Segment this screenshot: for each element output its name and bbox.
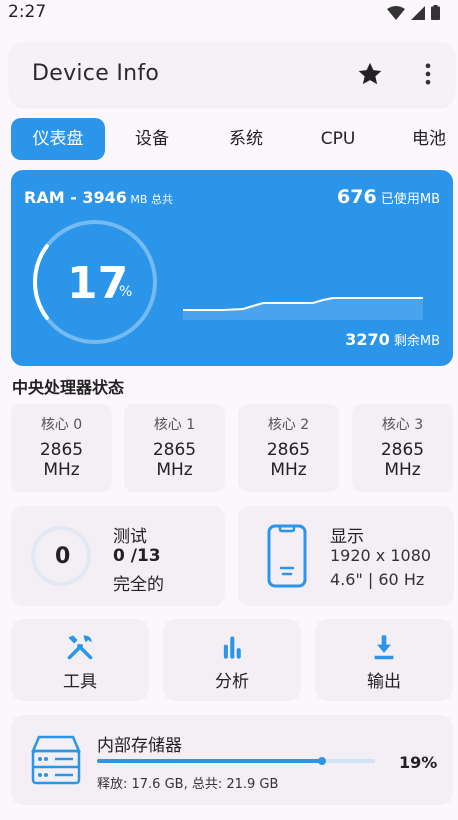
signal-icon xyxy=(411,5,425,20)
battery-icon xyxy=(431,5,440,20)
tools-icon xyxy=(67,635,93,660)
star-icon xyxy=(358,62,382,85)
storage-details: 释放: 17.6 GB, 总共: 21.9 GB xyxy=(97,777,279,792)
ram-percent-sign: % xyxy=(119,284,133,300)
ram-total: RAM - 3946 MB 总共 xyxy=(24,188,173,207)
ram-card[interactable]: RAM - 3946 MB 总共 676 已使用MB 17 % 3270 剩余M… xyxy=(11,170,453,366)
tab-system[interactable]: 系统 xyxy=(212,118,280,160)
test-card[interactable]: 0 测试 0 /13 完全的 xyxy=(11,506,225,606)
display-resolution: 1920 x 1080 xyxy=(330,546,432,565)
ram-usage-graph xyxy=(183,297,423,320)
cpu-core-card[interactable]: 核心 0 2865 MHz xyxy=(11,404,112,492)
tab-device[interactable]: 设备 xyxy=(118,118,186,160)
display-card[interactable]: 显示 1920 x 1080 4.6" | 60 Hz xyxy=(238,506,454,606)
cpu-core-card[interactable]: 核心 1 2865 MHz xyxy=(124,404,225,492)
core-frequency: 2865 MHz xyxy=(39,440,84,480)
test-progress-value: 0 xyxy=(55,544,71,569)
ram-free: 3270 剩余MB xyxy=(345,330,440,349)
core-label: 核心 1 xyxy=(153,417,196,433)
phone-icon xyxy=(267,524,307,588)
app-title: Device Info xyxy=(32,61,160,86)
cpu-section-title: 中央处理器状态 xyxy=(12,378,125,397)
more-options-button[interactable] xyxy=(414,60,442,88)
favorite-button[interactable] xyxy=(356,60,384,88)
export-button[interactable]: 输出 xyxy=(315,619,453,701)
core-label: 核心 3 xyxy=(381,417,424,433)
ram-used: 676 已使用MB xyxy=(337,186,440,208)
tab-battery[interactable]: 电池 xyxy=(400,118,458,160)
tools-label: 工具 xyxy=(63,672,97,692)
storage-drive-icon xyxy=(31,735,81,785)
status-time: 2:27 xyxy=(8,2,47,22)
core-label: 核心 0 xyxy=(40,417,83,433)
test-count: 0 /13 xyxy=(113,546,161,566)
storage-title: 内部存储器 xyxy=(97,736,182,756)
display-spec: 4.6" | 60 Hz xyxy=(330,570,425,589)
tab-dashboard[interactable]: 仪表盘 xyxy=(11,118,105,160)
wifi-icon xyxy=(387,5,405,20)
core-frequency: 2865 MHz xyxy=(380,440,425,480)
cpu-core-card[interactable]: 核心 3 2865 MHz xyxy=(352,404,453,492)
more-vert-icon xyxy=(425,63,431,85)
download-icon xyxy=(374,635,394,660)
cpu-core-card[interactable]: 核心 2 2865 MHz xyxy=(238,404,339,492)
internal-storage-card[interactable]: 内部存储器 释放: 17.6 GB, 总共: 21.9 GB 19% xyxy=(11,715,453,805)
tools-button[interactable]: 工具 xyxy=(11,619,149,701)
analytics-icon xyxy=(223,636,241,659)
app-bar: Device Info xyxy=(10,42,454,106)
core-label: 核心 2 xyxy=(267,417,310,433)
tab-bar: 仪表盘 设备 系统 CPU 电池 xyxy=(0,118,458,160)
storage-percent: 19% xyxy=(399,753,438,772)
storage-progress-bar xyxy=(97,757,375,765)
analytics-label: 分析 xyxy=(215,672,249,692)
core-frequency: 2865 MHz xyxy=(266,440,311,480)
tab-cpu[interactable]: CPU xyxy=(304,118,372,160)
export-label: 输出 xyxy=(367,672,401,692)
test-title: 测试 xyxy=(113,527,147,547)
display-title: 显示 xyxy=(330,527,364,547)
analytics-button[interactable]: 分析 xyxy=(163,619,301,701)
status-bar: 2:27 xyxy=(0,0,458,26)
storage-progress-fill xyxy=(97,759,323,763)
core-frequency: 2865 MHz xyxy=(152,440,197,480)
test-status: 完全的 xyxy=(113,575,164,595)
storage-progress-thumb xyxy=(318,757,327,765)
status-icons xyxy=(387,5,440,20)
